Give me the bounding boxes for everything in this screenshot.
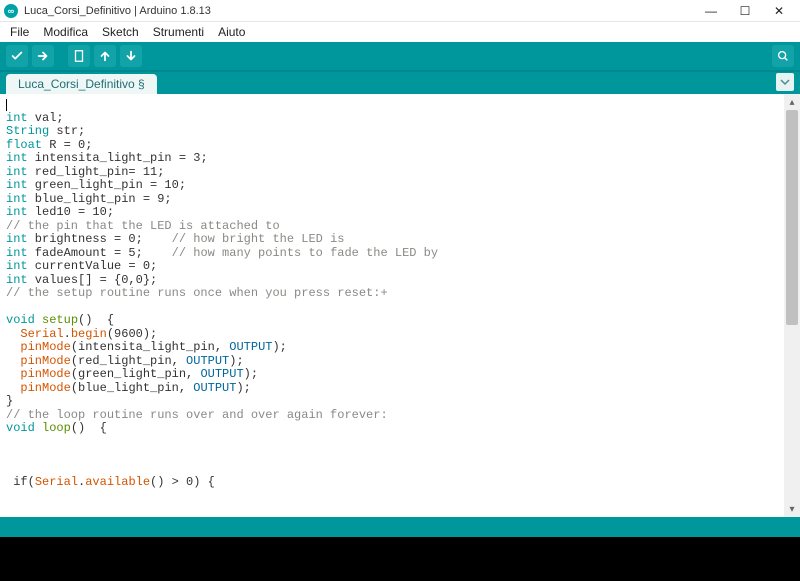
arrow-right-icon bbox=[36, 49, 50, 63]
maximize-button[interactable]: ☐ bbox=[728, 0, 762, 22]
menu-help[interactable]: Aiuto bbox=[212, 23, 251, 41]
upload-button[interactable] bbox=[32, 45, 54, 67]
close-button[interactable]: ✕ bbox=[762, 0, 796, 22]
serial-monitor-button[interactable] bbox=[772, 45, 794, 67]
editor-area: int val;String str;float R = 0;int inten… bbox=[0, 94, 800, 517]
chevron-down-icon bbox=[780, 77, 790, 87]
status-bar bbox=[0, 517, 800, 537]
open-sketch-button[interactable] bbox=[94, 45, 116, 67]
menu-bar: File Modifica Sketch Strumenti Aiuto bbox=[0, 22, 800, 42]
minimize-button[interactable]: — bbox=[694, 0, 728, 22]
new-sketch-button[interactable] bbox=[68, 45, 90, 67]
arduino-app-icon: ∞ bbox=[4, 4, 18, 18]
window-titlebar: ∞ Luca_Corsi_Definitivo | Arduino 1.8.13… bbox=[0, 0, 800, 22]
scrollbar-track[interactable] bbox=[784, 110, 800, 501]
arrow-down-icon bbox=[124, 49, 138, 63]
toolbar bbox=[0, 42, 800, 70]
file-icon bbox=[72, 49, 86, 63]
code-editor[interactable]: int val;String str;float R = 0;int inten… bbox=[0, 94, 784, 517]
scroll-down-icon[interactable]: ▾ bbox=[784, 501, 800, 517]
save-sketch-button[interactable] bbox=[120, 45, 142, 67]
scroll-up-icon[interactable]: ▴ bbox=[784, 94, 800, 110]
console-output bbox=[0, 537, 800, 581]
serial-monitor-icon bbox=[776, 49, 790, 63]
tab-bar: Luca_Corsi_Definitivo § bbox=[0, 70, 800, 94]
tab-dropdown-button[interactable] bbox=[776, 73, 794, 91]
menu-edit[interactable]: Modifica bbox=[37, 23, 94, 41]
tab-label: Luca_Corsi_Definitivo § bbox=[18, 77, 145, 91]
menu-file[interactable]: File bbox=[4, 23, 35, 41]
check-icon bbox=[10, 49, 24, 63]
vertical-scrollbar[interactable]: ▴ ▾ bbox=[784, 94, 800, 517]
arrow-up-icon bbox=[98, 49, 112, 63]
menu-tools[interactable]: Strumenti bbox=[147, 23, 210, 41]
window-title: Luca_Corsi_Definitivo | Arduino 1.8.13 bbox=[24, 5, 211, 17]
verify-button[interactable] bbox=[6, 45, 28, 67]
menu-sketch[interactable]: Sketch bbox=[96, 23, 145, 41]
scrollbar-thumb[interactable] bbox=[786, 110, 798, 325]
tab-sketch[interactable]: Luca_Corsi_Definitivo § bbox=[6, 74, 157, 94]
